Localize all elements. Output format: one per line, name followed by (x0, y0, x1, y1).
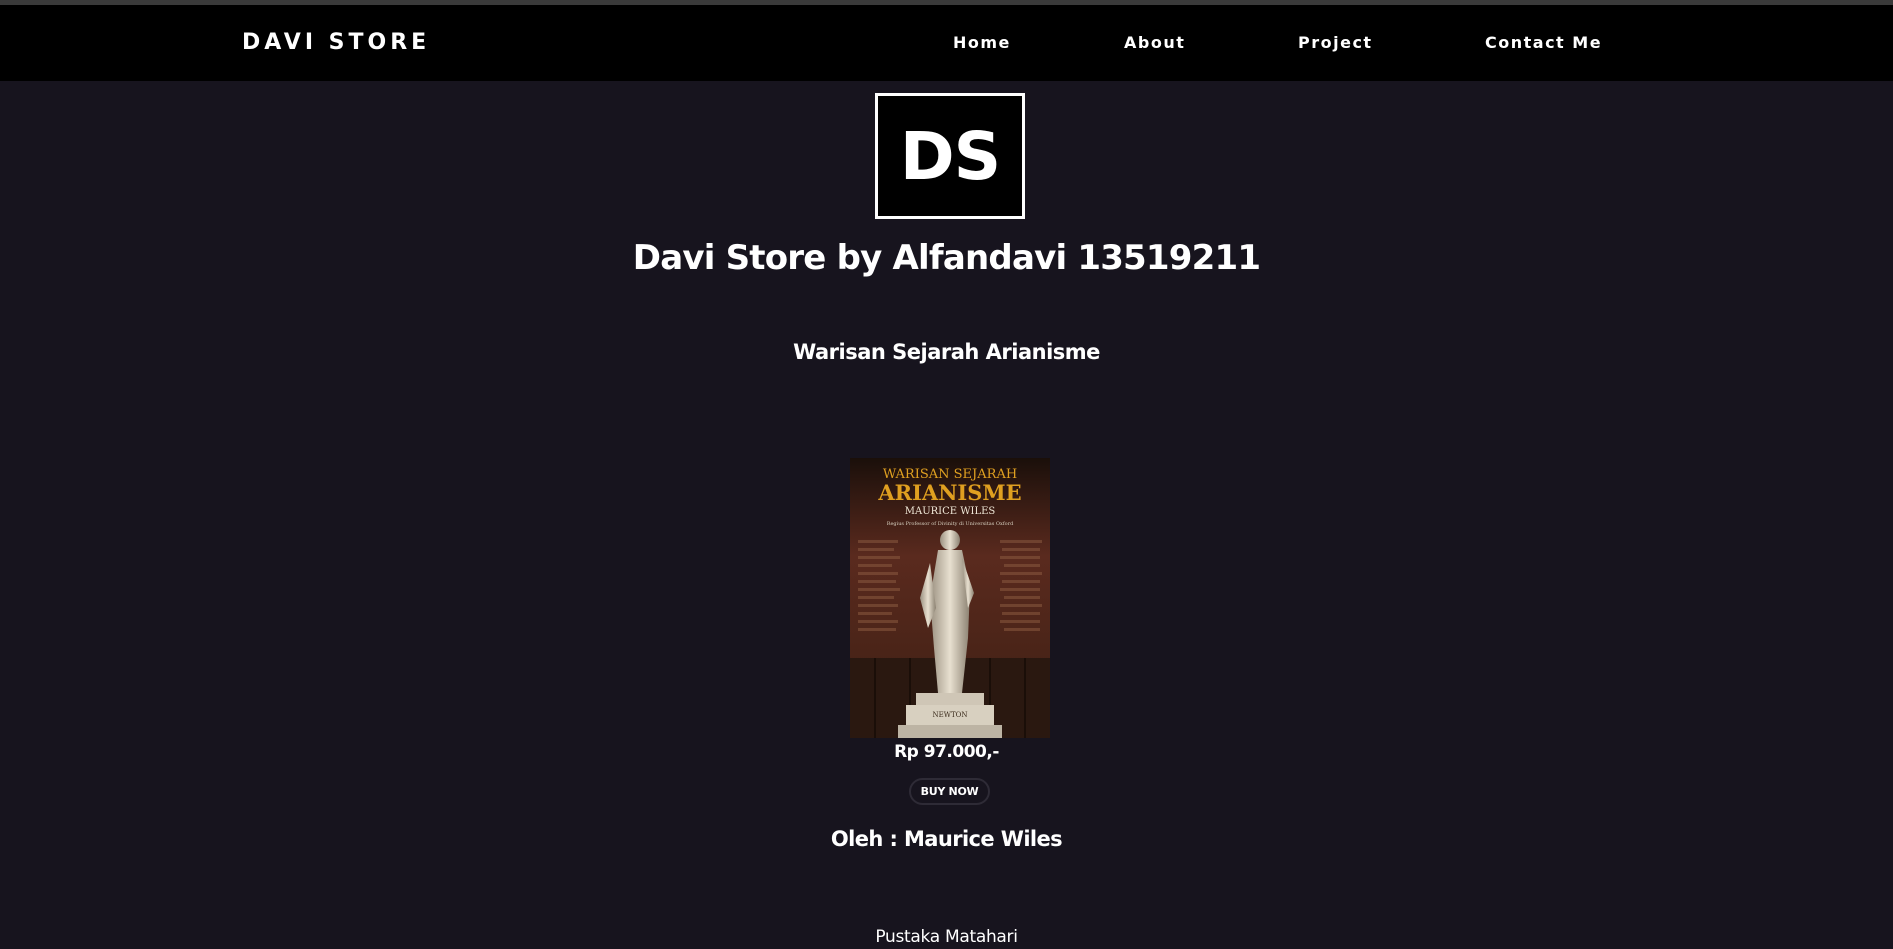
page-title: Davi Store by Alfandavi 13519211 (632, 238, 1261, 278)
nav-project[interactable]: Project (1298, 5, 1373, 81)
brand-logo-text[interactable]: DAVI STORE (242, 5, 430, 81)
ds-logo: DS (875, 93, 1025, 219)
cover-main-text: ARIANISME (877, 480, 1021, 505)
nav-about[interactable]: About (1124, 5, 1185, 81)
cover-plaque-text: NEWTON (933, 711, 968, 719)
ds-logo-text: DS (899, 117, 1001, 195)
product-author: Oleh : Maurice Wiles (830, 827, 1063, 851)
nav-home[interactable]: Home (953, 5, 1011, 81)
cover-subtitle-text: Regius Professor of Divinity di Universi… (887, 521, 1014, 527)
book-cover-image[interactable]: WARISAN SEJARAH ARIANISME MAURICE WILES … (850, 458, 1050, 738)
navbar: DAVI STORE Home About Project Contact Me (0, 5, 1893, 81)
cover-author-text: MAURICE WILES (905, 506, 996, 517)
product-title: Warisan Sejarah Arianisme (793, 340, 1100, 364)
product-publisher: Pustaka Matahari (875, 927, 1018, 947)
buy-now-button[interactable]: BUY NOW (909, 778, 990, 805)
product-price: Rp 97.000,- (894, 742, 999, 762)
nav-contact-me[interactable]: Contact Me (1485, 5, 1602, 81)
